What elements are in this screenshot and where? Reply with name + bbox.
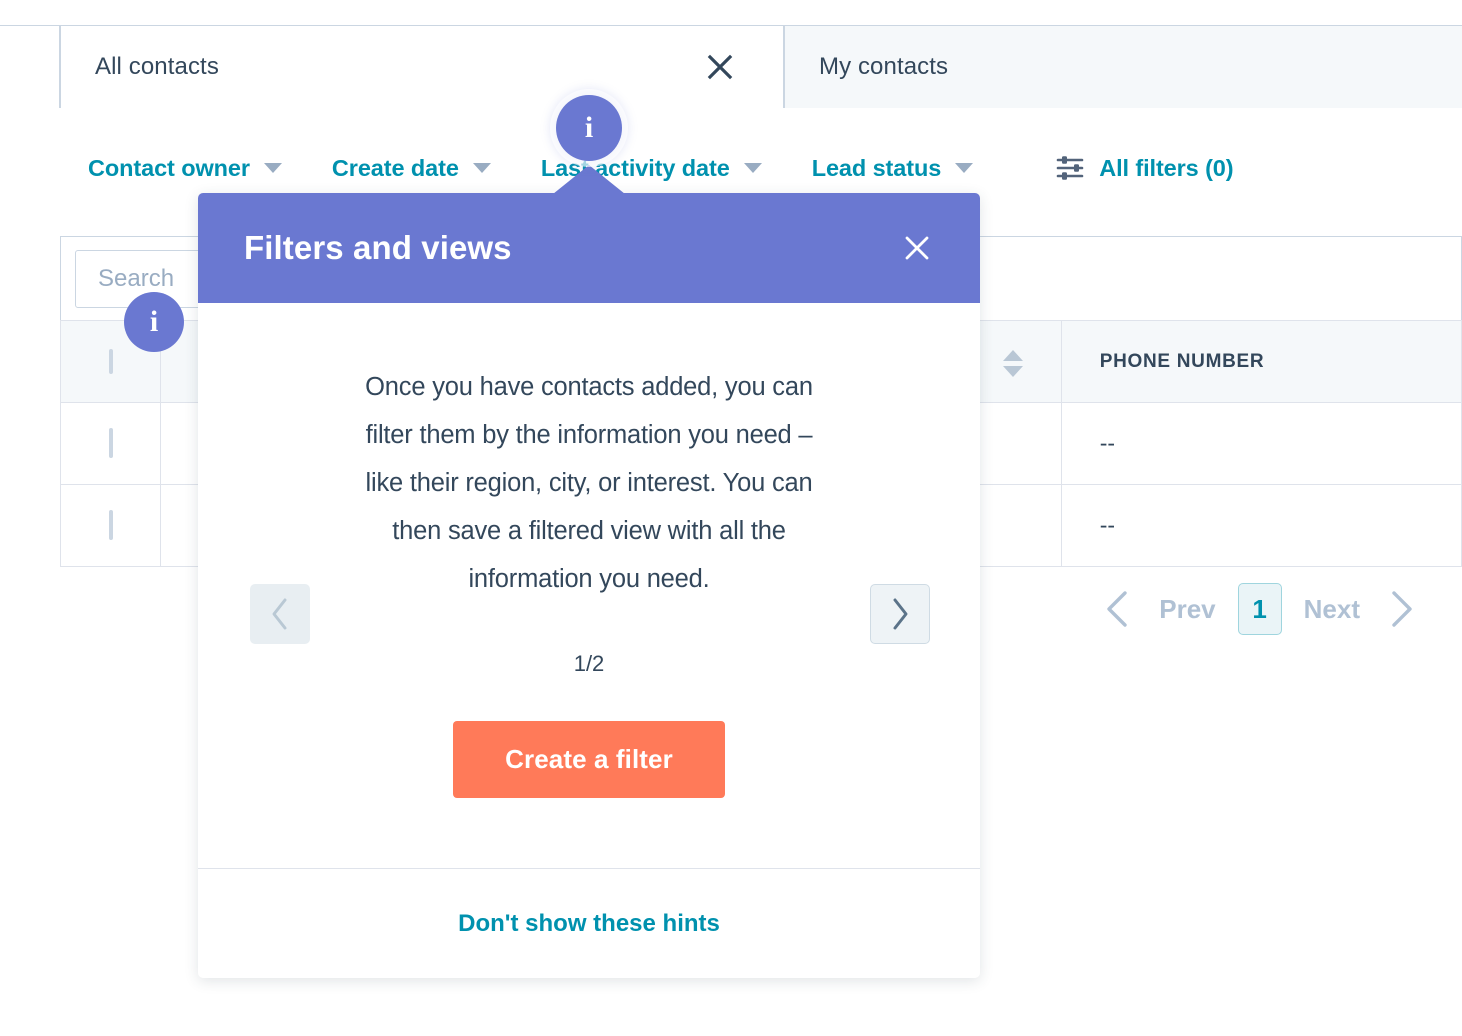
row-checkbox[interactable] <box>109 510 113 540</box>
tab-all-contacts[interactable]: All contacts <box>60 25 784 108</box>
row-select-cell <box>59 484 162 567</box>
modal-body: Once you have contacts added, you can fi… <box>198 303 980 868</box>
column-header-phone[interactable]: PHONE NUMBER <box>1060 320 1462 403</box>
modal-footer: Don't show these hints <box>198 868 980 978</box>
row-phone-cell: -- <box>1060 402 1462 485</box>
chevron-right-icon[interactable] <box>1382 584 1422 634</box>
pagination: Prev 1 Next <box>1097 583 1422 635</box>
tab-my-contacts[interactable]: My contacts <box>784 25 1462 108</box>
sort-asc-icon <box>1002 350 1023 361</box>
filter-lead-status[interactable]: Lead status <box>812 155 974 182</box>
modal-pointer-arrow <box>553 165 625 194</box>
modal-cta-wrapper: Create a filter <box>198 721 980 798</box>
close-icon[interactable] <box>896 227 938 269</box>
hint-next-button[interactable] <box>870 584 930 644</box>
app-root: All contacts My contacts Contact owner C… <box>0 0 1462 1036</box>
sort-arrows-icon[interactable] <box>1002 350 1023 377</box>
filters-and-views-hint-modal: Filters and views Once you have contacts… <box>198 165 980 978</box>
filter-create-date-label: Create date <box>331 154 459 181</box>
info-badge-table[interactable]: i <box>124 292 184 352</box>
pagination-prev[interactable]: Prev <box>1149 594 1225 625</box>
view-tab-bar: All contacts My contacts <box>0 0 1462 108</box>
select-all-checkbox[interactable] <box>109 348 113 374</box>
modal-body-text: Once you have contacts added, you can fi… <box>365 373 813 593</box>
all-filters-label: All filters (0) <box>1099 154 1234 181</box>
filter-contact-owner[interactable]: Contact owner <box>88 155 282 182</box>
chevron-down-icon <box>472 163 491 173</box>
chevron-left-icon[interactable] <box>1097 584 1137 634</box>
pagination-next[interactable]: Next <box>1294 594 1370 625</box>
tab-all-contacts-label: All contacts <box>95 53 219 80</box>
close-icon[interactable] <box>703 50 737 84</box>
filter-create-date[interactable]: Create date <box>332 155 491 182</box>
chevron-down-icon <box>263 163 282 173</box>
row-checkbox[interactable] <box>109 428 113 458</box>
info-badge-filters[interactable]: i <box>556 95 622 161</box>
hint-prev-button[interactable] <box>250 584 310 644</box>
row-select-cell <box>59 402 162 485</box>
chevron-down-icon <box>743 163 762 173</box>
sliders-icon <box>1055 154 1085 182</box>
tab-my-contacts-label: My contacts <box>819 53 949 80</box>
modal-step-counter: 1/2 <box>573 651 605 676</box>
all-filters-button[interactable]: All filters (0) <box>1055 154 1234 182</box>
row-phone-cell: -- <box>1060 484 1462 567</box>
pagination-page-1[interactable]: 1 <box>1237 583 1282 635</box>
tab-partial-left[interactable] <box>0 25 60 108</box>
filter-lead-status-label: Lead status <box>811 154 942 181</box>
dont-show-hints-link[interactable]: Don't show these hints <box>458 910 720 938</box>
modal-title: Filters and views <box>244 229 512 266</box>
chevron-down-icon <box>955 163 974 173</box>
modal-header: Filters and views <box>198 193 980 303</box>
filter-contact-owner-label: Contact owner <box>88 154 250 181</box>
sort-desc-icon <box>1002 366 1023 377</box>
create-a-filter-button[interactable]: Create a filter <box>453 721 725 798</box>
